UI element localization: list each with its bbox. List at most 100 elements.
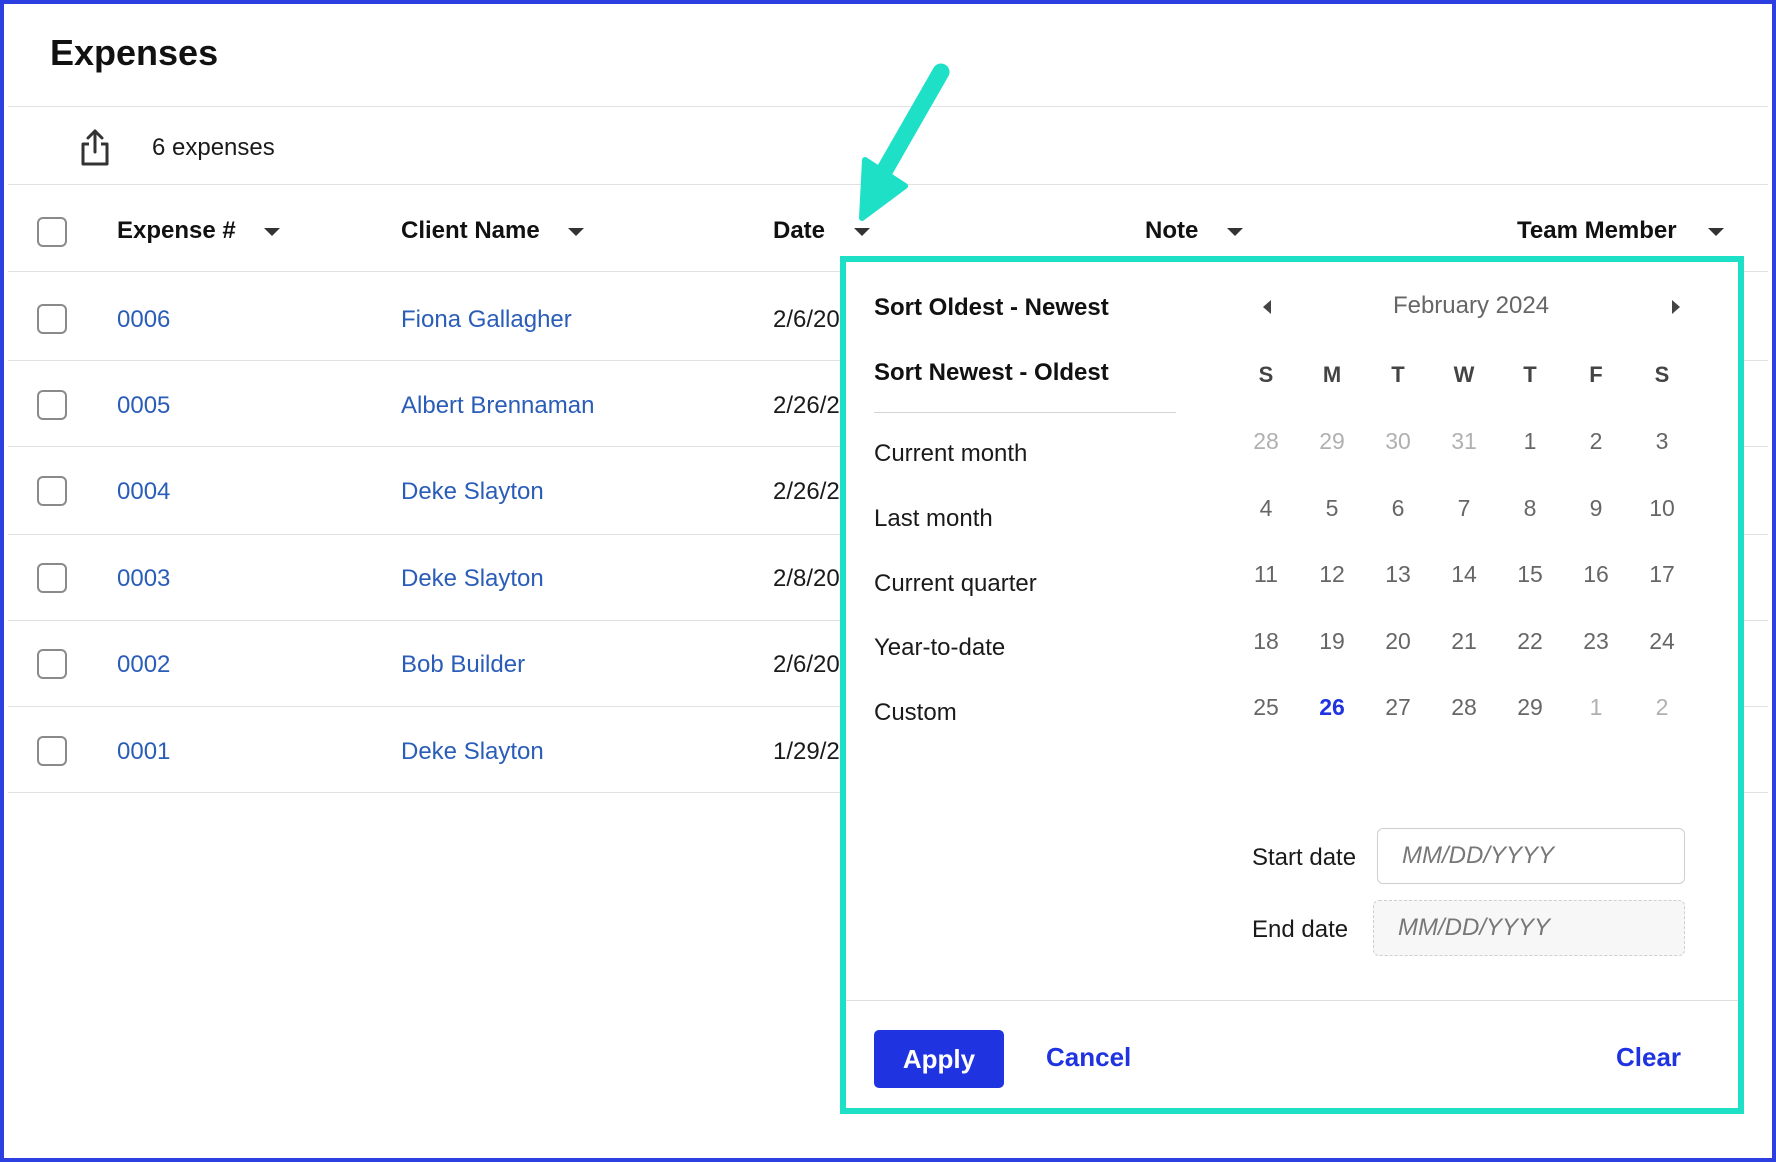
chevron-down-icon[interactable] (568, 228, 584, 236)
calendar-day[interactable]: 10 (1640, 495, 1684, 522)
calendar-day[interactable]: 2 (1574, 428, 1618, 455)
weekday-label: T (1391, 362, 1405, 387)
calendar-day[interactable]: 12 (1310, 561, 1354, 588)
calendar-day[interactable]: 23 (1574, 628, 1618, 655)
column-header-client[interactable]: Client Name (401, 217, 540, 245)
client-name-link[interactable]: Albert Brennaman (401, 392, 594, 420)
calendar-day[interactable]: 29 (1310, 428, 1354, 455)
calendar-day[interactable]: 7 (1442, 495, 1486, 522)
row-checkbox[interactable] (37, 649, 67, 679)
calendar-day[interactable]: 28 (1244, 428, 1288, 455)
calendar-day[interactable]: 11 (1244, 561, 1288, 588)
client-name-link[interactable]: Deke Slayton (401, 478, 544, 506)
row-checkbox[interactable] (37, 304, 67, 334)
row-checkbox[interactable] (37, 390, 67, 420)
client-name-link[interactable]: Fiona Gallagher (401, 306, 572, 334)
calendar-day[interactable]: 28 (1442, 694, 1486, 721)
calendar-day[interactable]: 26 (1310, 694, 1354, 721)
calendar-day[interactable]: 14 (1442, 561, 1486, 588)
calendar-day[interactable]: 15 (1508, 561, 1552, 588)
preset-year-to-date[interactable]: Year-to-date (874, 634, 1005, 662)
sort-newest-oldest-option[interactable]: Sort Newest - Oldest (874, 359, 1109, 387)
chevron-down-icon[interactable] (264, 228, 280, 236)
date-filter-popup: Sort Oldest - Newest Sort Newest - Oldes… (840, 256, 1744, 1114)
end-date-label: End date (1252, 916, 1349, 943)
date-cell: 2/26/2 (773, 392, 840, 419)
calendar-day[interactable]: 9 (1574, 495, 1618, 522)
weekday-label: S (1258, 362, 1274, 387)
column-header-team-member[interactable]: Team Member (1517, 217, 1677, 245)
apply-button[interactable]: Apply (874, 1030, 1004, 1088)
calendar-day[interactable]: 5 (1310, 495, 1354, 522)
weekday-label: M (1322, 362, 1342, 387)
expense-number-link[interactable]: 0005 (117, 392, 170, 420)
clear-button[interactable]: Clear (1616, 1042, 1681, 1073)
preset-custom[interactable]: Custom (874, 699, 957, 727)
calendar-day[interactable]: 1 (1574, 694, 1618, 721)
preset-last-month[interactable]: Last month (874, 505, 993, 533)
calendar-day[interactable]: 30 (1376, 428, 1420, 455)
calendar-day[interactable]: 3 (1640, 428, 1684, 455)
preset-current-month[interactable]: Current month (874, 440, 1027, 468)
calendar-day[interactable]: 20 (1376, 628, 1420, 655)
preset-current-quarter[interactable]: Current quarter (874, 570, 1037, 598)
calendar-day[interactable]: 6 (1376, 495, 1420, 522)
row-checkbox[interactable] (37, 736, 67, 766)
calendar-day[interactable]: 1 (1508, 428, 1552, 455)
date-cell: 2/26/2 (773, 478, 840, 505)
prev-month-icon[interactable] (1263, 300, 1271, 314)
calendar-day[interactable]: 18 (1244, 628, 1288, 655)
calendar-day[interactable]: 24 (1640, 628, 1684, 655)
chevron-down-icon[interactable] (1227, 228, 1243, 236)
expense-number-link[interactable]: 0001 (117, 738, 170, 766)
calendar-day[interactable]: 29 (1508, 694, 1552, 721)
select-all-checkbox[interactable] (37, 217, 67, 247)
calendar-day[interactable]: 31 (1442, 428, 1486, 455)
expense-count: 6 expenses (152, 134, 275, 161)
calendar-day[interactable]: 21 (1442, 628, 1486, 655)
divider (874, 412, 1176, 413)
expense-number-link[interactable]: 0002 (117, 651, 170, 679)
weekday-label: W (1453, 362, 1475, 387)
calendar-day[interactable]: 22 (1508, 628, 1552, 655)
calendar-day[interactable]: 13 (1376, 561, 1420, 588)
date-cell: 1/29/2 (773, 738, 840, 765)
client-name-link[interactable]: Deke Slayton (401, 738, 544, 766)
sort-oldest-newest-option[interactable]: Sort Oldest - Newest (874, 294, 1109, 322)
screenshot-frame: Expenses 6 expenses Expense # Client Nam… (0, 0, 1776, 1162)
weekday-label: S (1654, 362, 1670, 387)
calendar-day[interactable]: 25 (1244, 694, 1288, 721)
calendar-day[interactable]: 17 (1640, 561, 1684, 588)
chevron-down-icon[interactable] (854, 228, 870, 236)
expense-number-link[interactable]: 0004 (117, 478, 170, 506)
chevron-down-icon[interactable] (1708, 228, 1724, 236)
calendar-day[interactable]: 2 (1640, 694, 1684, 721)
start-date-label: Start date (1252, 844, 1357, 871)
expense-number-link[interactable]: 0003 (117, 565, 170, 593)
calendar-day[interactable]: 27 (1376, 694, 1420, 721)
weekday-label: F (1589, 362, 1603, 387)
expense-number-link[interactable]: 0006 (117, 306, 170, 334)
start-date-input[interactable] (1377, 828, 1685, 884)
page-title: Expenses (50, 32, 219, 73)
row-checkbox[interactable] (37, 476, 67, 506)
row-checkbox[interactable] (37, 563, 67, 593)
column-header-expense[interactable]: Expense # (117, 217, 236, 245)
calendar-day[interactable]: 4 (1244, 495, 1288, 522)
calendar-day[interactable]: 16 (1574, 561, 1618, 588)
cancel-button[interactable]: Cancel (1046, 1042, 1131, 1073)
column-header-note[interactable]: Note (1145, 217, 1198, 245)
client-name-link[interactable]: Deke Slayton (401, 565, 544, 593)
divider (8, 106, 1768, 107)
calendar-day[interactable]: 8 (1508, 495, 1552, 522)
date-cell: 2/6/20 (773, 306, 840, 333)
share-icon[interactable] (78, 128, 112, 168)
column-header-date[interactable]: Date (773, 217, 825, 245)
calendar-day[interactable]: 19 (1310, 628, 1354, 655)
calendar-month-title: February 2024 (1392, 292, 1550, 319)
next-month-icon[interactable] (1672, 300, 1680, 314)
weekday-label: T (1523, 362, 1537, 387)
client-name-link[interactable]: Bob Builder (401, 651, 525, 679)
end-date-input[interactable] (1373, 900, 1685, 956)
date-cell: 2/8/20 (773, 565, 840, 592)
